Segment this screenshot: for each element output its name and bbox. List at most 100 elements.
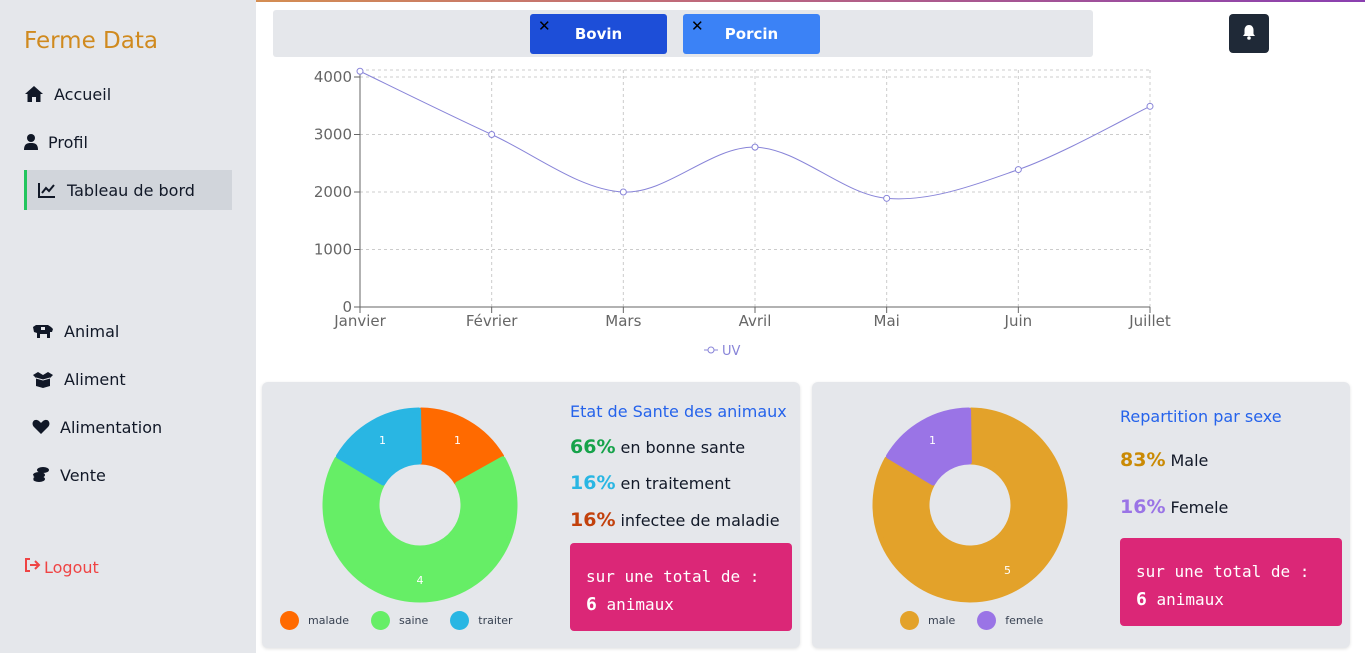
chart-grid	[359, 69, 1151, 308]
x-tick-label: Mars	[605, 312, 641, 330]
sex-card: 5 1 male femele Repartition par sexe 83% …	[812, 382, 1350, 648]
legend-marker	[707, 346, 715, 354]
legend-item-saine: saine	[371, 611, 428, 630]
legend-label: femele	[1005, 614, 1044, 627]
sidebar-item-label: Tableau de bord	[67, 180, 195, 200]
sidebar-item-profil[interactable]: Profil	[24, 132, 88, 152]
filter-chip-bovin[interactable]: ✕ Bovin	[530, 14, 667, 54]
stat-text: Male	[1170, 451, 1209, 470]
data-point	[883, 194, 891, 202]
legend-swatch	[900, 611, 919, 630]
user-icon	[24, 132, 38, 152]
line-chart: 01000200030004000Janvier Février Mars Avril…	[314, 67, 1171, 359]
legend-swatch	[450, 611, 470, 630]
legend-item-malade: malade	[280, 611, 349, 630]
sidebar-item-label: Profil	[48, 132, 88, 152]
total-number: 6	[586, 594, 597, 615]
legend-label-uv: UV	[722, 344, 741, 359]
sex-card-title: Repartition par sexe	[1120, 407, 1282, 426]
sidebar-item-vente[interactable]: Vente	[32, 465, 106, 485]
y-tick-label: 4000	[314, 68, 352, 86]
stat-percent: 83%	[1120, 449, 1166, 471]
x-tick-label: Juillet	[1128, 312, 1171, 330]
stat-infectee: 16% infectee de maladie	[570, 509, 780, 531]
stat-text: Femele	[1170, 498, 1229, 517]
stat-text: en bonne sante	[620, 438, 746, 457]
sidebar-item-tableau-de-bord[interactable]: Tableau de bord	[24, 170, 232, 210]
slice-value-label: 5	[1004, 564, 1011, 577]
total-prefix: sur une total de :	[1136, 562, 1310, 581]
health-total-box: sur une total de : 6 animaux	[570, 543, 792, 631]
brand-title: Ferme Data	[24, 28, 158, 54]
stat-male: 83% Male	[1120, 449, 1208, 471]
legend-label: male	[928, 614, 956, 627]
legend-swatch	[977, 611, 997, 630]
stat-percent: 16%	[1120, 496, 1166, 518]
x-tick-label: Avril	[739, 312, 772, 330]
data-point	[619, 188, 627, 196]
logout-button[interactable]: Logout	[24, 557, 99, 577]
stat-bonne-sante: 66% en bonne sante	[570, 436, 745, 458]
bell-icon	[1242, 24, 1256, 44]
data-point	[751, 143, 759, 151]
stat-femele: 16% Femele	[1120, 496, 1228, 518]
sidebar-item-label: Vente	[60, 465, 106, 485]
box-icon	[32, 369, 54, 389]
sidebar-item-alimentation[interactable]: Alimentation	[32, 417, 162, 437]
home-icon	[24, 84, 44, 104]
filter-label: Bovin	[574, 25, 623, 43]
slice-value-label: 1	[454, 434, 461, 447]
stat-traitement: 16% en traitement	[570, 472, 731, 494]
slice-value-label: 1	[379, 434, 386, 447]
x-tick-label: Mai	[874, 312, 900, 330]
data-point	[488, 131, 496, 138]
sidebar-item-aliment[interactable]: Aliment	[32, 369, 126, 389]
y-tick-label: 2000	[314, 183, 352, 201]
legend-swatch	[371, 611, 391, 630]
legend-label: malade	[308, 614, 350, 627]
stat-percent: 66%	[570, 436, 616, 458]
legend-label: saine	[399, 614, 429, 627]
coins-icon	[32, 465, 50, 485]
sidebar-item-label: Alimentation	[60, 417, 163, 437]
legend-swatch	[280, 611, 299, 630]
slice-value-label: 1	[929, 434, 936, 447]
health-card: 1 4 1 malade saine traiter Etat de Sante d…	[262, 382, 800, 648]
sex-total-box: sur une total de : 6 animaux	[1120, 538, 1342, 626]
sidebar: Ferme Data Accueil Profil Tableau de bor…	[0, 0, 256, 653]
filter-chip-porcin[interactable]: ✕ Porcin	[683, 14, 820, 54]
remove-filter-icon[interactable]: ✕	[538, 17, 551, 35]
logout-icon	[24, 557, 42, 577]
total-prefix: sur une total de :	[586, 567, 760, 586]
legend-item-male: male	[900, 611, 955, 630]
filter-bar: ✕ Bovin ✕ Porcin	[273, 10, 1093, 57]
health-card-title: Etat de Sante des animaux	[570, 402, 787, 421]
sidebar-item-label: Aliment	[64, 369, 126, 389]
notifications-button[interactable]	[1229, 14, 1269, 53]
logout-label: Logout	[44, 557, 99, 577]
total-line: 6 animaux	[586, 591, 776, 619]
sidebar-item-label: Animal	[64, 321, 120, 341]
remove-filter-icon[interactable]: ✕	[691, 17, 704, 35]
x-tick-label: Février	[466, 312, 518, 330]
data-point	[1014, 166, 1022, 174]
health-legend: malade saine traiter	[280, 611, 535, 630]
stat-percent: 16%	[570, 509, 616, 531]
sidebar-item-accueil[interactable]: Accueil	[24, 84, 111, 104]
stat-text: en traitement	[620, 474, 731, 493]
x-tick-label: Juin	[1004, 312, 1033, 330]
y-tick-label: 1000	[314, 241, 352, 259]
heart-icon	[32, 417, 50, 437]
total-line: 6 animaux	[1136, 586, 1326, 614]
health-donut-chart: 1 4 1	[322, 407, 518, 603]
sidebar-item-label: Accueil	[54, 84, 112, 104]
sidebar-item-animal[interactable]: Animal	[32, 321, 119, 341]
data-point	[356, 67, 364, 75]
stat-text: infectee de maladie	[620, 511, 780, 530]
legend-item-traiter: traiter	[450, 611, 513, 630]
legend-label: traiter	[478, 614, 513, 627]
chart-line-icon	[37, 180, 57, 200]
sex-legend: male femele	[900, 611, 1065, 630]
total-number: 6	[1136, 589, 1147, 610]
y-tick-label: 3000	[314, 126, 352, 144]
